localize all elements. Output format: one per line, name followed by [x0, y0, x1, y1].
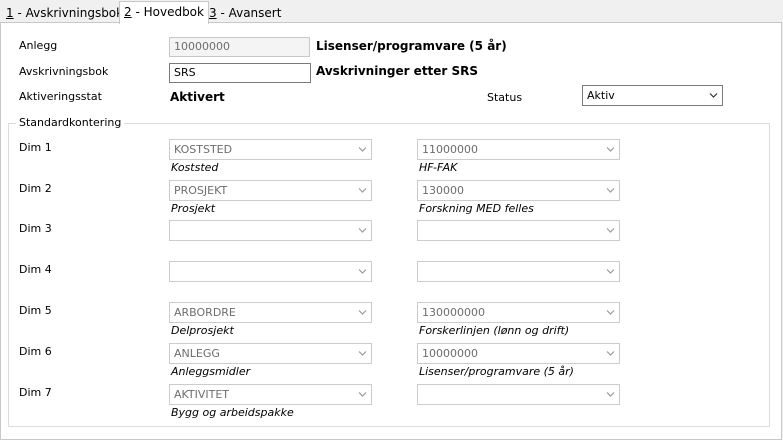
- aktiveringsstat-value: Aktivert: [170, 90, 225, 104]
- dim-code-description: Bygg og arbeidspakke: [171, 406, 294, 419]
- dim-label: Dim 4: [19, 263, 52, 276]
- avskrivningsbok-description: Avskrivninger etter SRS: [316, 64, 479, 78]
- dim-value-value: 10000000: [422, 347, 478, 360]
- tab-hovedbok[interactable]: 2 - Hovedbok: [119, 1, 209, 24]
- anlegg-label: Anlegg: [19, 39, 58, 52]
- chevron-down-icon: [606, 227, 615, 234]
- dim-code-dropdown[interactable]: ANLEGG: [169, 343, 372, 364]
- chevron-down-icon: [358, 391, 367, 398]
- tab-avansert-label: - Avansert: [216, 6, 282, 20]
- dim-value-dropdown[interactable]: 11000000: [417, 139, 620, 160]
- dim-value-description: HF-FAK: [419, 161, 458, 174]
- dim-label: Dim 6: [19, 345, 52, 358]
- dim-value-dropdown[interactable]: 130000000: [417, 302, 620, 323]
- dim-value-dropdown[interactable]: 130000: [417, 180, 620, 201]
- dim-label: Dim 5: [19, 304, 52, 317]
- dim-label: Dim 1: [19, 141, 52, 154]
- dim-code-description: Anleggsmidler: [171, 365, 251, 378]
- dim-code-dropdown[interactable]: AKTIVITET: [169, 384, 372, 405]
- standardkontering-title: Standardkontering: [16, 116, 125, 129]
- tab-avskrivningsbok[interactable]: 1 - Avskrivningsbok: [2, 4, 127, 22]
- dim-code-value: AKTIVITET: [174, 388, 230, 401]
- chevron-down-icon: [358, 227, 367, 234]
- dim-code-dropdown[interactable]: KOSTSTED: [169, 139, 372, 160]
- avskrivningsbok-label: Avskrivningsbok: [19, 65, 109, 78]
- tab-strip: 1 - Avskrivningsbok 2 - Hovedbok 3 - Ava…: [0, 0, 783, 24]
- anlegg-field: 10000000: [169, 37, 310, 57]
- dim-code-dropdown[interactable]: [169, 220, 372, 241]
- dim-value-dropdown[interactable]: [417, 384, 620, 405]
- dim-code-dropdown[interactable]: PROSJEKT: [169, 180, 372, 201]
- dim-code-value: ARBORDRE: [174, 306, 236, 319]
- standardkontering-group: [8, 123, 770, 427]
- dim-value-description: Lisenser/programvare (5 år): [419, 365, 574, 378]
- tab-avansert-key: 3: [209, 6, 217, 20]
- chevron-down-icon: [358, 309, 367, 316]
- chevron-down-icon: [606, 391, 615, 398]
- chevron-down-icon: [606, 350, 615, 357]
- dim-label: Dim 3: [19, 222, 52, 235]
- dim-value-dropdown[interactable]: [417, 261, 620, 282]
- dim-value-description: Forskerlinjen (lønn og drift): [419, 324, 570, 337]
- dim-code-dropdown[interactable]: [169, 261, 372, 282]
- chevron-down-icon: [358, 187, 367, 194]
- dim-code-description: Koststed: [171, 161, 219, 174]
- dim-value-dropdown[interactable]: [417, 220, 620, 241]
- dim-code-value: PROSJEKT: [174, 184, 228, 197]
- chevron-down-icon: [606, 187, 615, 194]
- dim-label: Dim 2: [19, 182, 52, 195]
- chevron-down-icon: [358, 350, 367, 357]
- chevron-down-icon: [358, 268, 367, 275]
- tab-hovedbok-label: - Hovedbok: [131, 5, 204, 19]
- chevron-down-icon: [709, 92, 718, 99]
- tab-avansert[interactable]: 3 - Avansert: [205, 4, 285, 22]
- dim-value-dropdown[interactable]: 10000000: [417, 343, 620, 364]
- chevron-down-icon: [606, 268, 615, 275]
- tab-hovedbok-key: 2: [124, 5, 132, 19]
- tab-avskrivningsbok-label: - Avskrivningsbok: [13, 6, 124, 20]
- chevron-down-icon: [606, 146, 615, 153]
- avskrivningsbok-input[interactable]: SRS: [169, 63, 311, 83]
- anlegg-description: Lisenser/programvare (5 år): [316, 39, 507, 53]
- dim-code-description: Delprosjekt: [171, 324, 234, 337]
- dim-value-description: Forskning MED felles: [419, 202, 534, 215]
- chevron-down-icon: [358, 146, 367, 153]
- dim-value-value: 11000000: [422, 143, 478, 156]
- dim-code-value: KOSTSTED: [174, 143, 233, 156]
- dim-value-value: 130000000: [422, 306, 485, 319]
- chevron-down-icon: [606, 309, 615, 316]
- status-label: Status: [487, 91, 523, 104]
- aktiveringsstat-label: Aktiveringsstat: [19, 90, 102, 103]
- status-dropdown-value: Aktiv: [587, 89, 615, 102]
- dim-label: Dim 7: [19, 386, 52, 399]
- status-dropdown[interactable]: Aktiv: [582, 85, 723, 106]
- dim-value-value: 130000: [422, 184, 464, 197]
- dim-code-description: Prosjekt: [171, 202, 216, 215]
- dim-code-value: ANLEGG: [174, 347, 220, 360]
- tab-avskrivningsbok-key: 1: [6, 6, 14, 20]
- dim-code-dropdown[interactable]: ARBORDRE: [169, 302, 372, 323]
